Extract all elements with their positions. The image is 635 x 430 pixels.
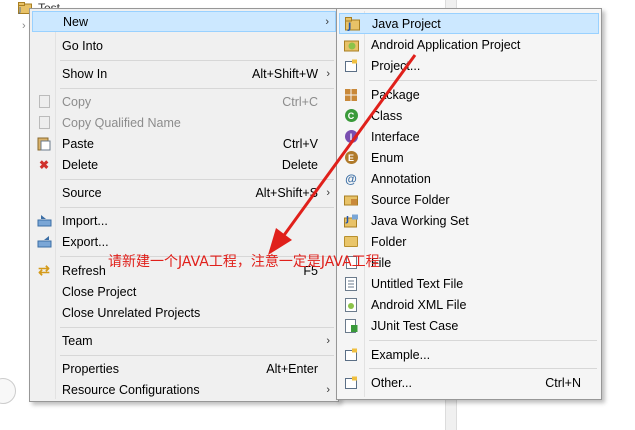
submenu-item-project[interactable]: Project... [339,55,599,76]
menu-separator [369,368,597,369]
android-xml-icon [343,297,359,313]
class-icon: C [343,108,359,124]
menu-item-export[interactable]: Export... [32,231,336,252]
menu-item-delete[interactable]: ✖ Delete Delete [32,154,336,175]
menu-item-go-into[interactable]: Go Into [32,35,336,56]
menu-separator [369,340,597,341]
folder-icon [343,234,359,250]
menu-separator [60,88,334,89]
refresh-icon: ⇄ [38,262,50,278]
submenu-item-interface[interactable]: I Interface [339,126,599,147]
annotation-icon: @ [345,171,357,186]
annotation-text: 请新建一个JAVA工程，注意一定是JAVA工程 [108,254,380,270]
example-icon [343,347,359,363]
submenu-item-annotation[interactable]: @ Annotation [339,168,599,189]
menu-item-close-project[interactable]: Close Project [32,281,336,302]
menu-separator [60,355,334,356]
menu-item-properties[interactable]: Properties Alt+Enter [32,358,336,379]
package-icon [343,87,359,103]
export-icon [36,234,52,250]
source-folder-icon [343,192,359,208]
project-icon [343,58,359,74]
other-icon [343,375,359,391]
menu-item-copy-qualified-name[interactable]: Copy Qualified Name [32,112,336,133]
background-circle-icon [0,378,16,404]
copy-icon [36,94,52,110]
submenu-item-enum[interactable]: E Enum [339,147,599,168]
submenu-item-untitled-text-file[interactable]: Untitled Text File [339,273,599,294]
android-project-icon [343,37,359,53]
submenu-item-class[interactable]: C Class [339,105,599,126]
submenu-item-android-xml-file[interactable]: Android XML File [339,294,599,315]
svg-text:J: J [345,215,349,224]
submenu-arrow-icon: › [326,383,330,396]
menu-separator [60,207,334,208]
import-icon [36,213,52,229]
submenu-item-junit-test-case[interactable]: JUnit Test Case [339,315,599,336]
submenu-item-example[interactable]: Example... [339,344,599,365]
menu-item-resource-configurations[interactable]: Resource Configurations › [32,379,336,400]
working-set-icon: J [343,213,359,229]
tree-expand-chevron-icon[interactable]: › [22,20,26,32]
menu-separator [369,80,597,81]
submenu-item-java-project[interactable]: J Java Project [339,13,599,34]
submenu-arrow-icon: › [326,334,330,347]
menu-item-copy[interactable]: Copy Ctrl+C [32,91,336,112]
menu-item-import[interactable]: Import... [32,210,336,231]
context-menu: New › Go Into Show In Alt+Shift+W › Copy… [29,8,339,402]
menu-separator [60,327,334,328]
svg-text:J: J [18,6,21,14]
java-project-icon: J [344,16,360,32]
submenu-item-folder[interactable]: Folder [339,231,599,252]
menu-separator [60,179,334,180]
submenu-item-source-folder[interactable]: Source Folder [339,189,599,210]
paste-icon [36,136,52,152]
menu-item-show-in[interactable]: Show In Alt+Shift+W › [32,63,336,84]
submenu-arrow-icon: › [326,186,330,199]
submenu-item-package[interactable]: Package [339,84,599,105]
svg-text:J: J [347,22,351,31]
submenu-arrow-icon: › [326,67,330,80]
submenu-item-android-application-project[interactable]: Android Application Project [339,34,599,55]
menu-item-source[interactable]: Source Alt+Shift+S › [32,182,336,203]
menu-item-team[interactable]: Team › [32,330,336,351]
enum-icon: E [343,150,359,166]
interface-icon: I [343,129,359,145]
text-file-icon [343,276,359,292]
new-submenu: J Java Project Android Application Proje… [336,8,602,400]
submenu-item-java-working-set[interactable]: J Java Working Set [339,210,599,231]
copy-qualified-icon [36,115,52,131]
submenu-arrow-icon: › [325,15,329,28]
menu-separator [60,60,334,61]
submenu-item-other[interactable]: Other... Ctrl+N [339,372,599,393]
delete-icon: ✖ [38,157,50,172]
menu-item-paste[interactable]: Paste Ctrl+V [32,133,336,154]
junit-icon [343,318,359,334]
menu-item-close-unrelated-projects[interactable]: Close Unrelated Projects [32,302,336,323]
menu-item-new[interactable]: New › [32,11,336,32]
